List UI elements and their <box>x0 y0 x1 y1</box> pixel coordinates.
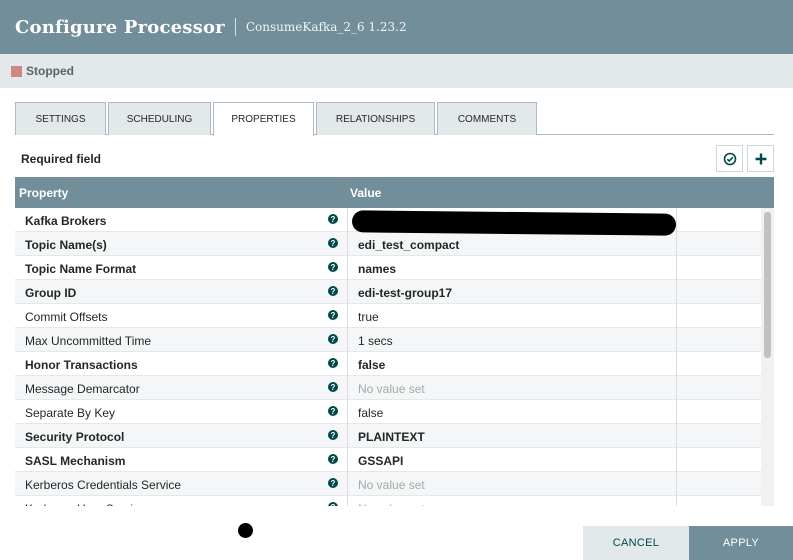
property-value: 1 secs <box>358 334 393 348</box>
processor-type: ConsumeKafka_2_6 1.23.2 <box>245 20 407 34</box>
property-name: Message Demarcator <box>25 382 140 396</box>
help-icon[interactable]: ? <box>328 238 338 248</box>
property-name: Topic Name Format <box>25 262 137 276</box>
title-separator <box>234 18 236 36</box>
stopped-icon <box>11 65 22 77</box>
property-name: Honor Transactions <box>25 358 138 372</box>
properties-grid: Kafka Brokers? Topic Name(s)? edi_test_com… <box>15 208 761 506</box>
tab-bar: SETTINGS SCHEDULING PROPERTIES RELATIONS… <box>15 102 774 136</box>
help-icon[interactable]: ? <box>328 310 338 320</box>
tab-scheduling[interactable]: SCHEDULING <box>108 102 211 135</box>
table-row[interactable]: Kerberos Credentials Service? No value se… <box>15 472 761 496</box>
property-value-cell[interactable]: false <box>347 352 677 376</box>
column-header-property: Property <box>19 186 69 200</box>
property-value: No value set <box>358 502 425 506</box>
property-name: Group ID <box>25 286 77 300</box>
help-icon[interactable]: ? <box>328 334 338 344</box>
tab-comments[interactable]: COMMENTS <box>437 102 537 135</box>
property-value: names <box>358 262 397 276</box>
tab-properties[interactable]: PROPERTIES <box>213 102 314 136</box>
required-field-label: Required field <box>21 152 102 166</box>
table-row[interactable]: Kerberos User Service? No value set <box>15 496 761 506</box>
help-icon[interactable]: ? <box>328 430 338 440</box>
dialog-header: Configure Processor ConsumeKafka_2_6 1.2… <box>0 0 793 54</box>
cancel-button[interactable]: CANCEL <box>583 526 689 560</box>
property-value: false <box>358 358 386 372</box>
table-row[interactable]: Max Uncommitted Time? 1 secs <box>15 328 761 352</box>
help-icon[interactable]: ? <box>328 358 338 368</box>
property-name: Commit Offsets <box>25 310 108 324</box>
table-row[interactable]: Security Protocol? PLAINTEXT <box>15 424 761 448</box>
table-row[interactable]: Group ID? edi-test-group17 <box>15 280 761 304</box>
property-name: SASL Mechanism <box>25 454 126 468</box>
property-value: false <box>358 406 384 420</box>
property-value-cell[interactable]: 1 secs <box>347 328 677 352</box>
property-value-cell[interactable]: true <box>347 304 677 328</box>
property-name: Max Uncommitted Time <box>25 334 152 348</box>
tab-relationships[interactable]: RELATIONSHIPS <box>316 102 435 135</box>
property-name: Security Protocol <box>25 430 125 444</box>
property-value-cell[interactable]: No value set <box>347 496 677 506</box>
dialog-title: Configure Processor <box>15 16 225 38</box>
status-label: Stopped <box>26 64 74 78</box>
table-row[interactable]: Commit Offsets? true <box>15 304 761 328</box>
property-name: Kafka Brokers <box>25 214 107 228</box>
property-value: No value set <box>358 382 425 396</box>
property-value: edi_test_compact <box>358 238 460 252</box>
apply-button[interactable]: APPLY <box>689 526 793 560</box>
help-icon[interactable]: ? <box>328 286 338 296</box>
table-row[interactable]: Topic Name(s)? edi_test_compact <box>15 232 761 256</box>
property-name: Kerberos User Service <box>25 502 146 506</box>
property-value-cell[interactable]: PLAINTEXT <box>347 424 677 448</box>
table-row[interactable]: Message Demarcator? No value set <box>15 376 761 400</box>
plus-icon <box>755 153 766 164</box>
help-icon[interactable]: ? <box>328 382 338 392</box>
tab-settings[interactable]: SETTINGS <box>15 102 106 135</box>
property-value: PLAINTEXT <box>358 430 425 444</box>
table-row[interactable]: SASL Mechanism? GSSAPI <box>15 448 761 472</box>
property-value-cell[interactable]: No value set <box>347 376 677 400</box>
table-row[interactable]: Topic Name Format? names <box>15 256 761 280</box>
property-value: true <box>358 310 379 324</box>
help-icon[interactable]: ? <box>328 478 338 488</box>
verify-properties-button[interactable] <box>716 145 743 172</box>
property-value-cell[interactable]: GSSAPI <box>347 448 677 472</box>
property-value: No value set <box>358 478 425 492</box>
add-property-button[interactable] <box>747 145 774 172</box>
properties-grid-header: Property Value <box>15 177 774 208</box>
help-icon[interactable]: ? <box>328 262 338 272</box>
property-value-cell[interactable]: false <box>347 400 677 424</box>
table-row[interactable]: Honor Transactions? false <box>15 352 761 376</box>
help-icon[interactable]: ? <box>328 214 338 224</box>
property-value: GSSAPI <box>358 454 404 468</box>
property-value-cell[interactable]: edi-test-group17 <box>347 280 677 304</box>
property-name: Kerberos Credentials Service <box>25 478 182 492</box>
redaction-mark <box>351 210 677 236</box>
grid-scrollbar[interactable] <box>761 208 774 506</box>
property-value-cell[interactable]: names <box>347 256 677 280</box>
scrollbar-thumb[interactable] <box>764 212 771 358</box>
status-bar: Stopped <box>0 54 793 88</box>
column-header-value: Value <box>350 186 382 200</box>
property-value-cell[interactable]: No value set <box>347 472 677 496</box>
cursor-dot <box>238 523 253 538</box>
property-value: edi-test-group17 <box>358 286 453 300</box>
table-row[interactable]: Separate By Key? false <box>15 400 761 424</box>
help-icon[interactable]: ? <box>328 502 338 506</box>
help-icon[interactable]: ? <box>328 406 338 416</box>
property-name: Separate By Key <box>25 406 116 420</box>
property-name: Topic Name(s) <box>25 238 107 252</box>
help-icon[interactable]: ? <box>328 454 338 464</box>
check-circle-icon <box>723 152 736 165</box>
property-value-cell[interactable]: edi_test_compact <box>347 232 677 256</box>
